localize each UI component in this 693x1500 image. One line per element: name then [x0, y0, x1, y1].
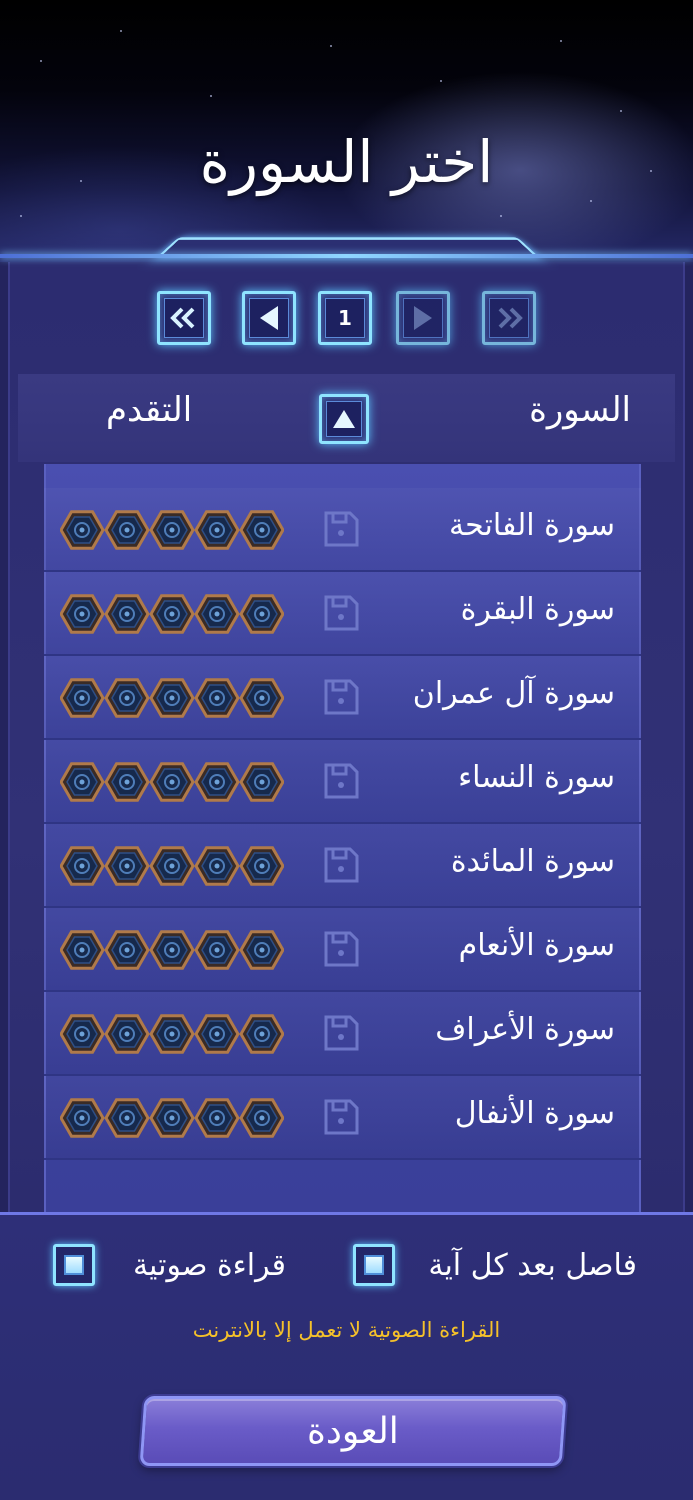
hex-star-icon: [104, 1014, 150, 1054]
double-chevron-left-icon: [170, 307, 195, 329]
hex-star-icon: [149, 762, 195, 802]
hex-star-icon: [60, 1098, 105, 1138]
hex-star-icon: [60, 678, 105, 718]
progress-stars: [60, 594, 284, 634]
hex-star-icon: [149, 846, 195, 886]
surah-name: سورة الأعراف: [435, 1012, 615, 1047]
separator-label: فاصل بعد كل آية: [428, 1248, 637, 1283]
hex-star-icon: [149, 1098, 195, 1138]
hex-star-icon: [239, 594, 284, 634]
hex-star-icon: [104, 510, 150, 550]
back-button[interactable]: العودة: [139, 1396, 567, 1466]
hex-star-icon: [239, 1098, 284, 1138]
save-icon[interactable]: [322, 1098, 360, 1136]
progress-stars: [60, 678, 284, 718]
audio-checkbox[interactable]: [53, 1244, 95, 1286]
save-icon[interactable]: [322, 762, 360, 800]
triangle-up-icon: [333, 410, 355, 428]
save-icon[interactable]: [322, 594, 360, 632]
triangle-right-icon: [414, 306, 432, 330]
surah-row[interactable]: سورة البقرة: [44, 572, 641, 656]
separator-checkbox[interactable]: [353, 1244, 395, 1286]
hex-star-icon: [194, 930, 240, 970]
surah-row[interactable]: سورة الفاتحة: [44, 488, 641, 572]
hex-star-icon: [194, 510, 240, 550]
hex-star-icon: [104, 762, 150, 802]
progress-stars: [60, 762, 284, 802]
hex-star-icon: [149, 678, 195, 718]
back-button-label: العودة: [307, 1410, 399, 1452]
hex-star-icon: [60, 930, 105, 970]
surah-name: سورة الأنعام: [458, 928, 615, 963]
page-indicator: 1: [318, 291, 372, 345]
hex-star-icon: [149, 1014, 195, 1054]
column-surah-label[interactable]: السورة: [529, 390, 631, 430]
hex-star-icon: [239, 678, 284, 718]
hex-star-icon: [239, 846, 284, 886]
progress-stars: [60, 846, 284, 886]
hex-star-icon: [104, 594, 150, 634]
hex-star-icon: [239, 930, 284, 970]
progress-stars: [60, 510, 284, 550]
surah-row[interactable]: سورة الأنعام: [44, 908, 641, 992]
surah-row[interactable]: سورة النساء: [44, 740, 641, 824]
page-title: اختر السورة: [199, 128, 494, 196]
internet-warning: القراءة الصوتية لا تعمل إلا بالانترنت: [192, 1318, 501, 1342]
hex-star-icon: [149, 930, 195, 970]
hex-star-icon: [194, 678, 240, 718]
double-chevron-right-icon: [498, 307, 523, 329]
prev-page-button[interactable]: [242, 291, 296, 345]
hex-star-icon: [194, 762, 240, 802]
progress-stars: [60, 930, 284, 970]
save-icon[interactable]: [322, 1014, 360, 1052]
progress-stars: [60, 1014, 284, 1054]
hex-star-icon: [60, 846, 105, 886]
hex-star-icon: [194, 594, 240, 634]
hex-star-icon: [239, 762, 284, 802]
hex-star-icon: [60, 594, 105, 634]
progress-stars: [60, 1098, 284, 1138]
surah-name: سورة المائدة: [450, 844, 615, 879]
surah-name: سورة البقرة: [460, 592, 615, 627]
hex-star-icon: [194, 1014, 240, 1054]
hex-star-icon: [149, 510, 195, 550]
surah-name: سورة الفاتحة: [449, 508, 615, 543]
save-icon[interactable]: [322, 510, 360, 548]
save-icon[interactable]: [322, 930, 360, 968]
surah-name: سورة النساء: [458, 760, 615, 795]
triangle-left-icon: [260, 306, 278, 330]
last-page-button[interactable]: [482, 291, 536, 345]
header-divider: [0, 254, 693, 258]
surah-name: سورة الأنفال: [454, 1096, 615, 1131]
surah-row[interactable]: سورة الأنفال: [44, 1076, 641, 1160]
hex-star-icon: [60, 762, 105, 802]
hex-star-icon: [104, 1098, 150, 1138]
hex-star-icon: [104, 846, 150, 886]
surah-row[interactable]: سورة الأعراف: [44, 992, 641, 1076]
hex-star-icon: [239, 1014, 284, 1054]
column-progress-label[interactable]: التقدم: [106, 390, 192, 430]
hex-star-icon: [194, 846, 240, 886]
page-number: 1: [338, 306, 352, 330]
first-page-button[interactable]: [157, 291, 211, 345]
surah-row[interactable]: سورة آل عمران: [44, 656, 641, 740]
sort-button[interactable]: [319, 394, 369, 444]
hex-star-icon: [60, 1014, 105, 1054]
save-icon[interactable]: [322, 678, 360, 716]
hex-star-icon: [149, 594, 195, 634]
hex-star-icon: [104, 678, 150, 718]
hex-star-icon: [60, 510, 105, 550]
surah-name: سورة آل عمران: [412, 676, 615, 711]
hex-star-icon: [239, 510, 284, 550]
audio-label: قراءة صوتية: [132, 1248, 286, 1283]
next-page-button[interactable]: [396, 291, 450, 345]
surah-row[interactable]: سورة المائدة: [44, 824, 641, 908]
hex-star-icon: [194, 1098, 240, 1138]
hex-star-icon: [104, 930, 150, 970]
save-icon[interactable]: [322, 846, 360, 884]
header: اختر السورة: [0, 0, 693, 262]
